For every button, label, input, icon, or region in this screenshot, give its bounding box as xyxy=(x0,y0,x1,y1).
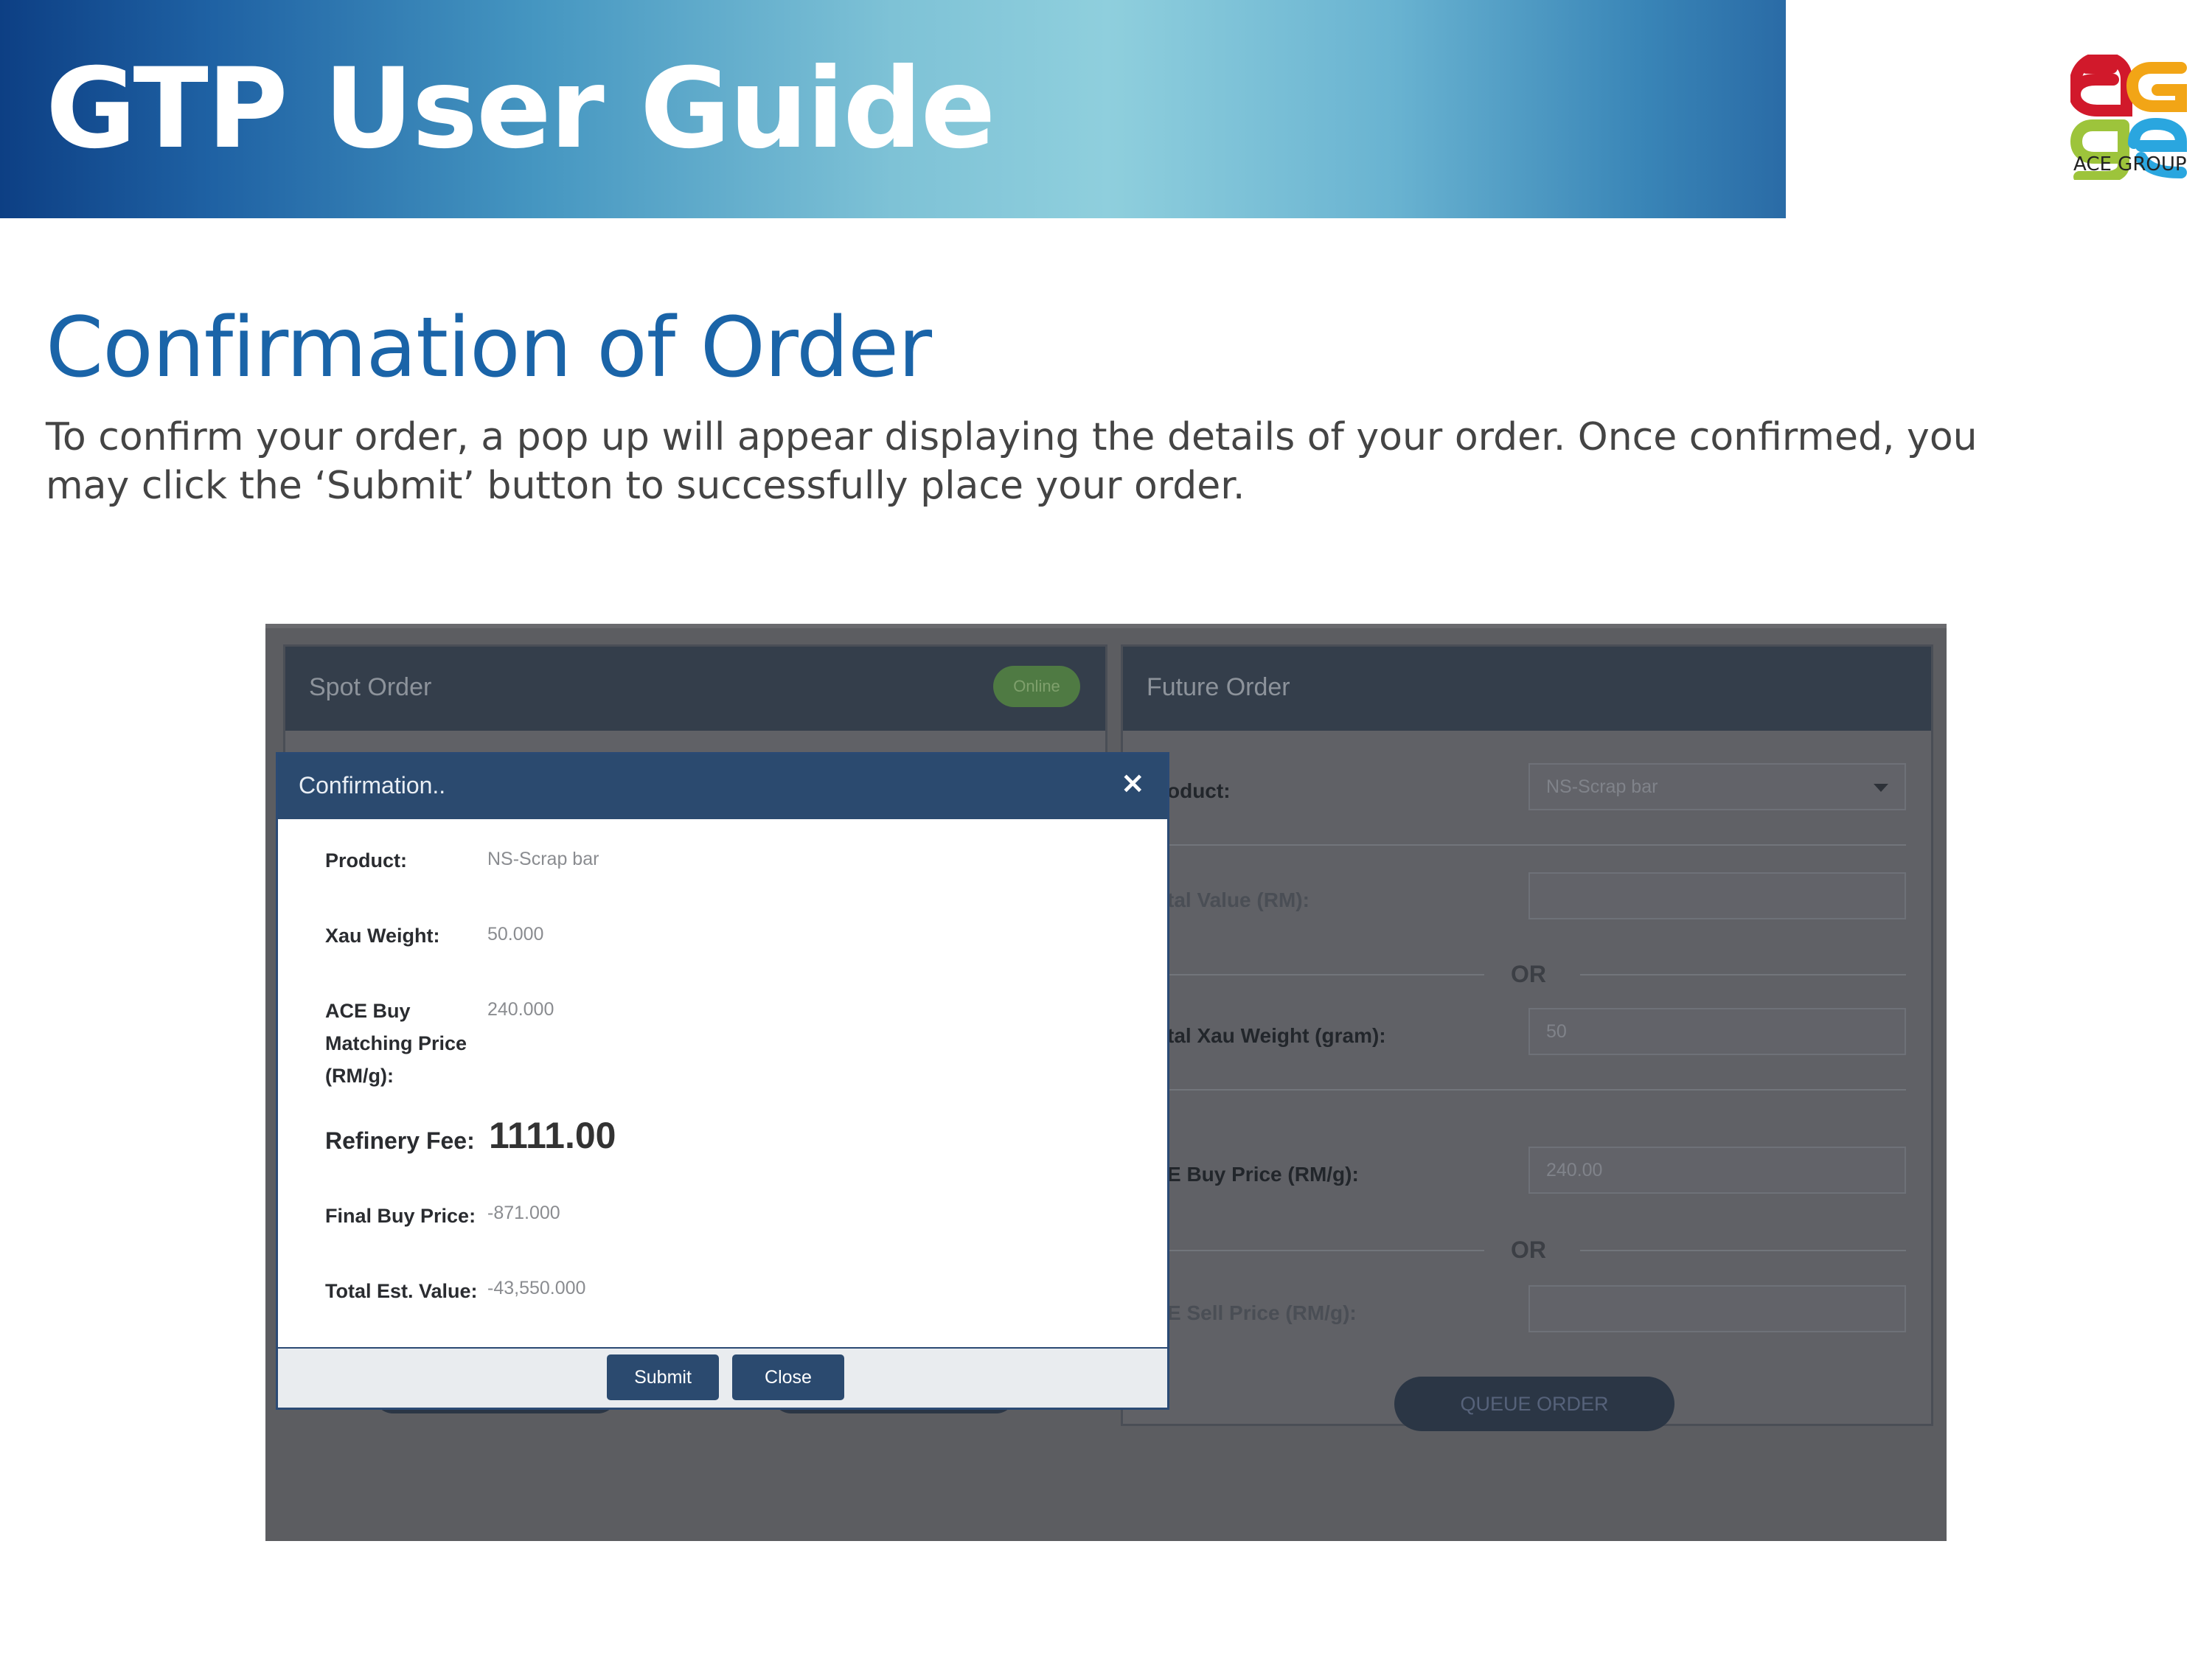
divider xyxy=(1580,1250,1906,1251)
header-banner: GTP User Guide xyxy=(0,0,1786,218)
total-xau-weight-input[interactable]: 50 xyxy=(1528,1008,1906,1055)
product-select-value: NS-Scrap bar xyxy=(1546,776,1658,797)
section-description: To confirm your order, a pop up will app… xyxy=(46,415,1978,508)
total-est-value-label: Total Est. Value: xyxy=(325,1280,478,1302)
divider xyxy=(1167,1089,1906,1091)
dialog-header: Confirmation.. × xyxy=(278,754,1167,819)
divider xyxy=(1167,974,1484,975)
total-xau-weight-text: 50 xyxy=(1546,1021,1567,1042)
dialog-title: Confirmation.. xyxy=(299,772,446,799)
product-select[interactable]: NS-Scrap bar xyxy=(1528,763,1906,810)
product-detail-label: Product: xyxy=(325,849,407,872)
total-xau-weight-label: tal Xau Weight (gram): xyxy=(1167,1024,1386,1047)
future-order-title: Future Order xyxy=(1147,673,1290,701)
section-title: Confirmation of Order xyxy=(46,300,932,396)
submit-button[interactable]: Submit xyxy=(607,1354,719,1400)
matching-price-label-line: ACE Buy xyxy=(325,1000,411,1022)
buy-price-label: E Buy Price (RM/g): xyxy=(1167,1163,1359,1186)
xau-weight-detail-label: Xau Weight: xyxy=(325,925,440,947)
close-icon[interactable]: × xyxy=(1120,766,1145,800)
spot-order-title: Spot Order xyxy=(309,673,432,701)
refinery-fee-value: 1111.00 xyxy=(489,1115,616,1156)
guide-title: GTP User Guide xyxy=(46,45,995,173)
or-separator: OR xyxy=(1511,961,1546,987)
chevron-down-icon xyxy=(1874,784,1888,792)
product-label: oduct: xyxy=(1167,779,1231,802)
final-buy-price-value: -871.000 xyxy=(487,1203,560,1223)
buy-price-text: 240.00 xyxy=(1546,1160,1603,1180)
dialog-body: Product: NS-Scrap bar Xau Weight: 50.000… xyxy=(282,819,1163,1347)
dialog-footer: Submit Close xyxy=(278,1347,1167,1408)
refinery-fee-label: Refinery Fee: xyxy=(325,1127,475,1154)
matching-price-label-line: (RM/g): xyxy=(325,1065,394,1087)
app-screenshot: Spot Order Online Future Order oduct: NS… xyxy=(265,624,1947,1541)
divider xyxy=(1580,974,1906,975)
sell-price-label: E Sell Price (RM/g): xyxy=(1167,1301,1357,1324)
matching-price-detail-value: 240.000 xyxy=(487,999,554,1020)
or-separator: OR xyxy=(1511,1237,1546,1263)
spot-order-header: Spot Order Online xyxy=(285,647,1105,731)
total-est-value-value: -43,550.000 xyxy=(487,1278,586,1298)
total-value-label: tal Value (RM): xyxy=(1167,888,1310,911)
confirmation-dialog: Confirmation.. × Product: NS-Scrap bar X… xyxy=(276,752,1169,1410)
total-value-input[interactable] xyxy=(1528,872,1906,919)
online-status-badge: Online xyxy=(993,666,1080,707)
close-button[interactable]: Close xyxy=(732,1354,844,1400)
divider xyxy=(1167,844,1906,846)
future-order-header: Future Order xyxy=(1123,647,1931,731)
xau-weight-detail-value: 50.000 xyxy=(487,924,544,945)
matching-price-detail-label: ACE Buy Matching Price (RM/g): xyxy=(325,995,467,1092)
divider xyxy=(1167,1250,1484,1251)
sell-price-input[interactable] xyxy=(1528,1285,1906,1332)
product-detail-value: NS-Scrap bar xyxy=(487,849,599,869)
future-order-panel: Future Order oduct: NS-Scrap bar tal Val… xyxy=(1121,644,1933,1431)
queue-order-button[interactable]: QUEUE ORDER xyxy=(1394,1377,1674,1431)
brand-logo-text: ACE GROUP xyxy=(2073,153,2187,175)
matching-price-label-line: Matching Price xyxy=(325,1032,467,1054)
buy-price-input[interactable]: 240.00 xyxy=(1528,1147,1906,1194)
final-buy-price-label: Final Buy Price: xyxy=(325,1205,476,1227)
